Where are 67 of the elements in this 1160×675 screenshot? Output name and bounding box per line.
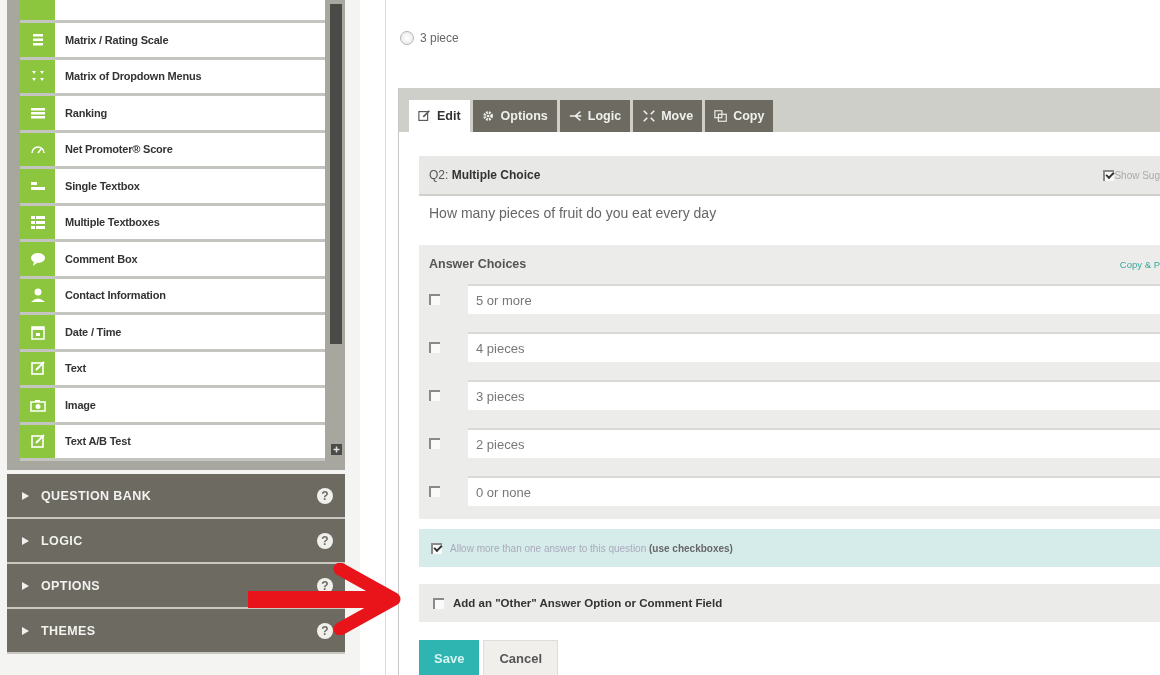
help-icon[interactable]: ? [317,622,333,639]
options-icon [481,108,496,124]
question-type-icon [29,360,46,377]
question-type-item[interactable]: Matrix of Dropdown Menus [55,59,325,93]
checkbox[interactable] [433,597,444,609]
answer-choice-field[interactable]: 5 or more [468,284,1160,314]
question-type-icon [29,433,46,450]
question-type-item[interactable]: Image [55,388,325,422]
expand-triangle-icon [21,536,29,545]
section-title: LOGIC [41,533,84,548]
plus-icon[interactable] [330,444,342,455]
checkbox-label: Add an "Other" Answer Option or Comment Field [453,597,723,609]
tab[interactable]: Move [633,100,703,132]
answer-choice-field[interactable]: 0 or none [468,476,1160,506]
edit-icon [418,108,432,124]
question-type-item[interactable]: Contact Information [55,278,325,312]
question-type-item[interactable]: Net Promoter® Score [55,132,325,166]
answer-choice-field[interactable]: 2 pieces [468,428,1160,458]
checkbox[interactable] [429,341,440,353]
tab[interactable]: Options [472,100,557,132]
question-type-item[interactable]: Multiple Textboxes [55,205,325,239]
question-type-item[interactable]: Single Textbox [55,169,325,203]
help-icon[interactable]: ? [317,487,333,504]
question-type-item[interactable]: Ranking [55,96,325,130]
question-title: Q2: Multiple Choice [429,168,542,182]
accordion-section[interactable]: LOGIC ? [7,519,345,564]
answer-choice-field[interactable]: 3 pieces [468,380,1160,410]
copy-icon [714,108,729,124]
expand-triangle-icon [21,491,29,500]
option-label: 3 piece [420,31,459,45]
checkbox[interactable] [429,293,440,305]
accordion-section[interactable]: QUESTION BANK ? [7,474,345,519]
tab[interactable]: Copy [705,100,774,132]
question-type-item[interactable] [20,0,325,23]
move-icon [642,108,657,124]
answer-choice-field[interactable]: 4 pieces [468,332,1160,362]
question-type-icon [29,287,46,304]
section-title: THEMES [41,623,97,638]
question-type-item[interactable]: Text A/B Test [55,424,325,458]
section-heading: Answer Choices [429,257,528,271]
checkbox[interactable] [431,542,442,554]
question-type-item[interactable]: Matrix / Rating Scale [55,23,325,57]
expand-triangle-icon [21,626,29,635]
tab[interactable]: Logic [559,100,631,132]
question-type-item[interactable]: Text [55,351,325,385]
checkbox-label: Allow more than one answer to this question (use checkboxes) [450,542,733,554]
scrollbar-thumb[interactable] [330,4,342,344]
accordion-section[interactable]: THEMES ? [7,609,345,654]
checkbox[interactable] [1103,169,1115,181]
section-title: QUESTION BANK [41,488,153,503]
checkbox-label: Show Sug [1114,169,1160,181]
expand-triangle-icon [21,581,29,590]
tab[interactable]: Edit [409,100,470,132]
question-type-item[interactable]: Date / Time [55,315,325,349]
question-type-icon [29,323,46,340]
question-type-icon [29,214,46,231]
checkbox[interactable] [429,437,440,449]
cancel-button[interactable]: Cancel [483,640,558,675]
checkbox[interactable] [429,389,440,401]
logic-icon [568,108,583,124]
question-type-item[interactable]: Comment Box [55,242,325,276]
help-icon[interactable]: ? [317,532,333,549]
radio-button[interactable] [400,31,414,45]
copy-paste-link[interactable]: Copy & P [1119,258,1160,270]
question-type-icon [29,250,46,267]
section-title: OPTIONS [41,578,102,593]
checkbox[interactable] [429,485,440,497]
